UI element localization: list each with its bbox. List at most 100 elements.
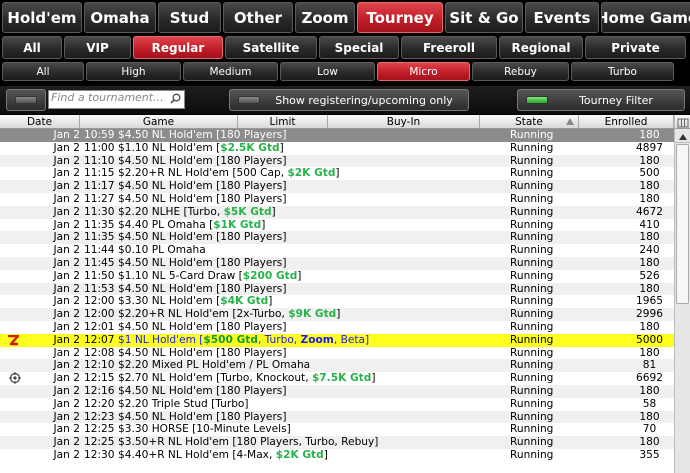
table-row[interactable]: Jan 2 12:23 $4.50 NL Hold'em [180 Players]… bbox=[0, 410, 690, 424]
column-header-limit[interactable]: Limit bbox=[238, 115, 328, 128]
table-row[interactable]: Jan 2 11:15 $2.20+R NL Hold'em [500 Cap, $… bbox=[0, 167, 690, 181]
game-text: $2.20 NLHE [Turbo, bbox=[118, 205, 224, 218]
game-text: ] bbox=[297, 269, 302, 282]
tab-sit-go[interactable]: Sit & Go bbox=[445, 2, 523, 33]
column-header-state[interactable]: State bbox=[480, 115, 579, 128]
table-row[interactable]: Jan 2 11:17 $4.50 NL Hold'em [180 Players]… bbox=[0, 180, 690, 193]
game-text: Zoom bbox=[300, 333, 334, 346]
tab-omaha[interactable]: Omaha bbox=[84, 2, 156, 33]
game-text: $3.50+R NL Hold'em [180 Players, Turbo, … bbox=[118, 436, 379, 449]
column-header-date[interactable]: Date bbox=[0, 115, 80, 128]
table-row[interactable]: Jan 2 12:00 $3.30 NL Hold'em [$4K Gtd] Runn… bbox=[0, 295, 690, 309]
column-chooser-icon[interactable] bbox=[675, 115, 690, 129]
table-row[interactable]: Jan 2 12:08 $4.50 NL Hold'em [180 Players]… bbox=[0, 346, 690, 360]
table-row[interactable]: Jan 2 12:15 $2.70 NL Hold'em [Turbo, Knock… bbox=[0, 372, 690, 385]
game-text: $2.20 Mixed PL Hold'em / PL Omaha bbox=[118, 359, 311, 372]
column-header-game[interactable]: Game bbox=[80, 115, 238, 128]
category-tab-vip[interactable]: VIP bbox=[64, 36, 131, 59]
column-header-buyin[interactable]: Buy-In bbox=[328, 115, 480, 128]
row-game: $2.20+R NL Hold'em [2x-Turbo, $9K Gtd] bbox=[118, 308, 510, 321]
row-game: $0.10 PL Omaha bbox=[118, 244, 510, 257]
table-row[interactable]: Jan 2 11:30 $2.20 NLHE [Turbo, $5K Gtd] Run… bbox=[0, 205, 690, 219]
category-tab-all[interactable]: All bbox=[2, 36, 62, 59]
table-header: Date Game Limit Buy-In State Enrolled bbox=[0, 115, 690, 129]
vertical-scrollbar[interactable] bbox=[674, 115, 690, 473]
table-row[interactable]: Jan 2 11:45 $4.50 NL Hold'em [180 Players]… bbox=[0, 256, 690, 270]
row-game: $3.30 HORSE [10-Minute Levels] bbox=[118, 423, 510, 436]
category-tab-satellite[interactable]: Satellite bbox=[225, 36, 317, 59]
category-tab-special[interactable]: Special bbox=[319, 36, 399, 59]
game-text: ] bbox=[371, 372, 376, 385]
game-text: $4.40+R NL Hold'em [4-Max, bbox=[118, 448, 276, 461]
category-tab-regional[interactable]: Regional bbox=[499, 36, 583, 59]
table-row[interactable]: Jan 2 11:50 $1.10 NL 5-Card Draw [$200 Gtd… bbox=[0, 269, 690, 283]
tab-tourney[interactable]: Tourney bbox=[357, 2, 443, 33]
table-row[interactable]: Jan 2 12:20 $2.20 Triple Stud [Turbo] Runni… bbox=[0, 397, 690, 411]
search-toggle-button[interactable] bbox=[6, 89, 46, 111]
stake-tab-all[interactable]: All bbox=[2, 62, 84, 81]
tab-zoom[interactable]: Zoom bbox=[295, 2, 355, 33]
tourney-filter-button[interactable]: Tourney Filter bbox=[517, 89, 685, 111]
table-row[interactable]: Jan 2 11:27 $4.50 NL Hold'em [180 Players]… bbox=[0, 192, 690, 206]
row-state: Running bbox=[510, 218, 554, 231]
table-row[interactable]: Jan 2 11:35 $4.50 NL Hold'em [180 Players]… bbox=[0, 231, 690, 245]
row-icon-cell bbox=[0, 308, 26, 321]
scroll-up-arrow-icon[interactable] bbox=[675, 129, 690, 143]
row-game: $4.50 NL Hold'em [180 Players] bbox=[118, 411, 510, 424]
table-row[interactable]: Jan 2 12:00 $2.20+R NL Hold'em [2x-Turbo, … bbox=[0, 308, 690, 321]
game-text: $4.50 NL Hold'em [180 Players] bbox=[118, 129, 287, 141]
game-text: $0.10 PL Omaha bbox=[118, 244, 206, 257]
tab-events[interactable]: Events bbox=[525, 2, 599, 33]
tournament-table: Date Game Limit Buy-In State Enrolled Ja… bbox=[0, 115, 690, 473]
row-time: 11:30 bbox=[84, 205, 115, 218]
tab-home-games[interactable]: Home Games bbox=[601, 2, 690, 33]
row-icon-cell bbox=[0, 219, 26, 232]
table-row[interactable]: Jan 2 11:10 $4.50 NL Hold'em [180 Players]… bbox=[0, 154, 690, 168]
scrollbar-thumb[interactable] bbox=[676, 144, 689, 304]
table-row[interactable]: Jan 2 12:30 $4.40+R NL Hold'em [4-Max, $2K… bbox=[0, 448, 690, 462]
row-time: 11:17 bbox=[84, 180, 115, 193]
stake-tab-micro[interactable]: Micro bbox=[377, 62, 470, 81]
row-date: Jan 2 bbox=[53, 436, 80, 449]
table-row[interactable]: Jan 2 12:25 $3.50+R NL Hold'em [180 Player… bbox=[0, 436, 690, 449]
stake-tab-low[interactable]: Low bbox=[280, 62, 375, 81]
row-icon-cell bbox=[0, 347, 26, 360]
row-game: $2.20 Mixed PL Hold'em / PL Omaha bbox=[118, 359, 510, 372]
table-row[interactable]: Jan 2 12:25 $3.30 HORSE [10-Minute Levels]… bbox=[0, 423, 690, 437]
stake-tab-turbo[interactable]: Turbo bbox=[571, 62, 674, 81]
table-row[interactable]: Jan 2 12:10 $2.20 Mixed PL Hold'em / PL Om… bbox=[0, 359, 690, 373]
category-tab-freeroll[interactable]: Freeroll bbox=[401, 36, 497, 59]
stake-tab-medium[interactable]: Medium bbox=[183, 62, 278, 81]
table-row[interactable]: Jan 2 11:00 $1.10 NL Hold'em [$2.5K Gtd] Ru… bbox=[0, 141, 690, 155]
table-row[interactable]: Jan 2 10:59 $4.50 NL Hold'em [180 Players]… bbox=[0, 129, 690, 142]
row-time: 11:00 bbox=[84, 141, 115, 154]
game-text: ] bbox=[336, 308, 341, 321]
table-row[interactable]: Jan 2 11:53 $4.50 NL Hold'em [180 Players]… bbox=[0, 282, 690, 296]
category-tab-regular[interactable]: Regular bbox=[133, 36, 223, 59]
row-state: Running bbox=[510, 205, 554, 218]
guarantee-text: $9K Gtd bbox=[288, 308, 337, 321]
game-text: $4.50 NL Hold'em [180 Players] bbox=[118, 231, 287, 244]
tab-stud[interactable]: Stud bbox=[158, 2, 221, 33]
search-icon[interactable] bbox=[170, 93, 181, 104]
tab-other[interactable]: Other bbox=[223, 2, 293, 33]
row-game: $4.50 NL Hold'em [180 Players] bbox=[118, 321, 510, 334]
game-text: $4.50 NL Hold'em [180 Players] bbox=[118, 192, 287, 205]
stake-tab-high[interactable]: High bbox=[86, 62, 181, 81]
tournament-search-input[interactable]: Find a tournament... bbox=[48, 90, 185, 109]
row-time: 11:27 bbox=[84, 192, 115, 205]
show-registering-button[interactable]: Show registering/upcoming only bbox=[229, 89, 469, 111]
row-date: Jan 2 bbox=[53, 167, 80, 180]
table-row[interactable]: Jan 2 12:16 $4.50 NL Hold'em [180 Players]… bbox=[0, 384, 690, 398]
column-header-enrolled[interactable]: Enrolled bbox=[579, 115, 674, 128]
category-tab-private[interactable]: Private bbox=[585, 36, 686, 59]
row-date: Jan 2 bbox=[53, 269, 80, 282]
stake-tab-rebuy[interactable]: Rebuy bbox=[472, 62, 569, 81]
table-row[interactable]: Jan 2 11:35 $4.40 PL Omaha [$1K Gtd] Runnin… bbox=[0, 218, 690, 232]
table-row[interactable]: Jan 2 12:07 $1 NL Hold'em [$500 Gtd, Turbo… bbox=[0, 333, 690, 347]
game-text: ] bbox=[261, 218, 266, 231]
game-text: , Turbo, bbox=[257, 333, 301, 346]
tab-hold-em[interactable]: Hold'em bbox=[2, 2, 82, 33]
table-row[interactable]: Jan 2 12:01 $4.50 NL Hold'em [180 Players]… bbox=[0, 320, 690, 334]
table-row[interactable]: Jan 2 11:44 $0.10 PL Omaha Running 240 bbox=[0, 244, 690, 257]
